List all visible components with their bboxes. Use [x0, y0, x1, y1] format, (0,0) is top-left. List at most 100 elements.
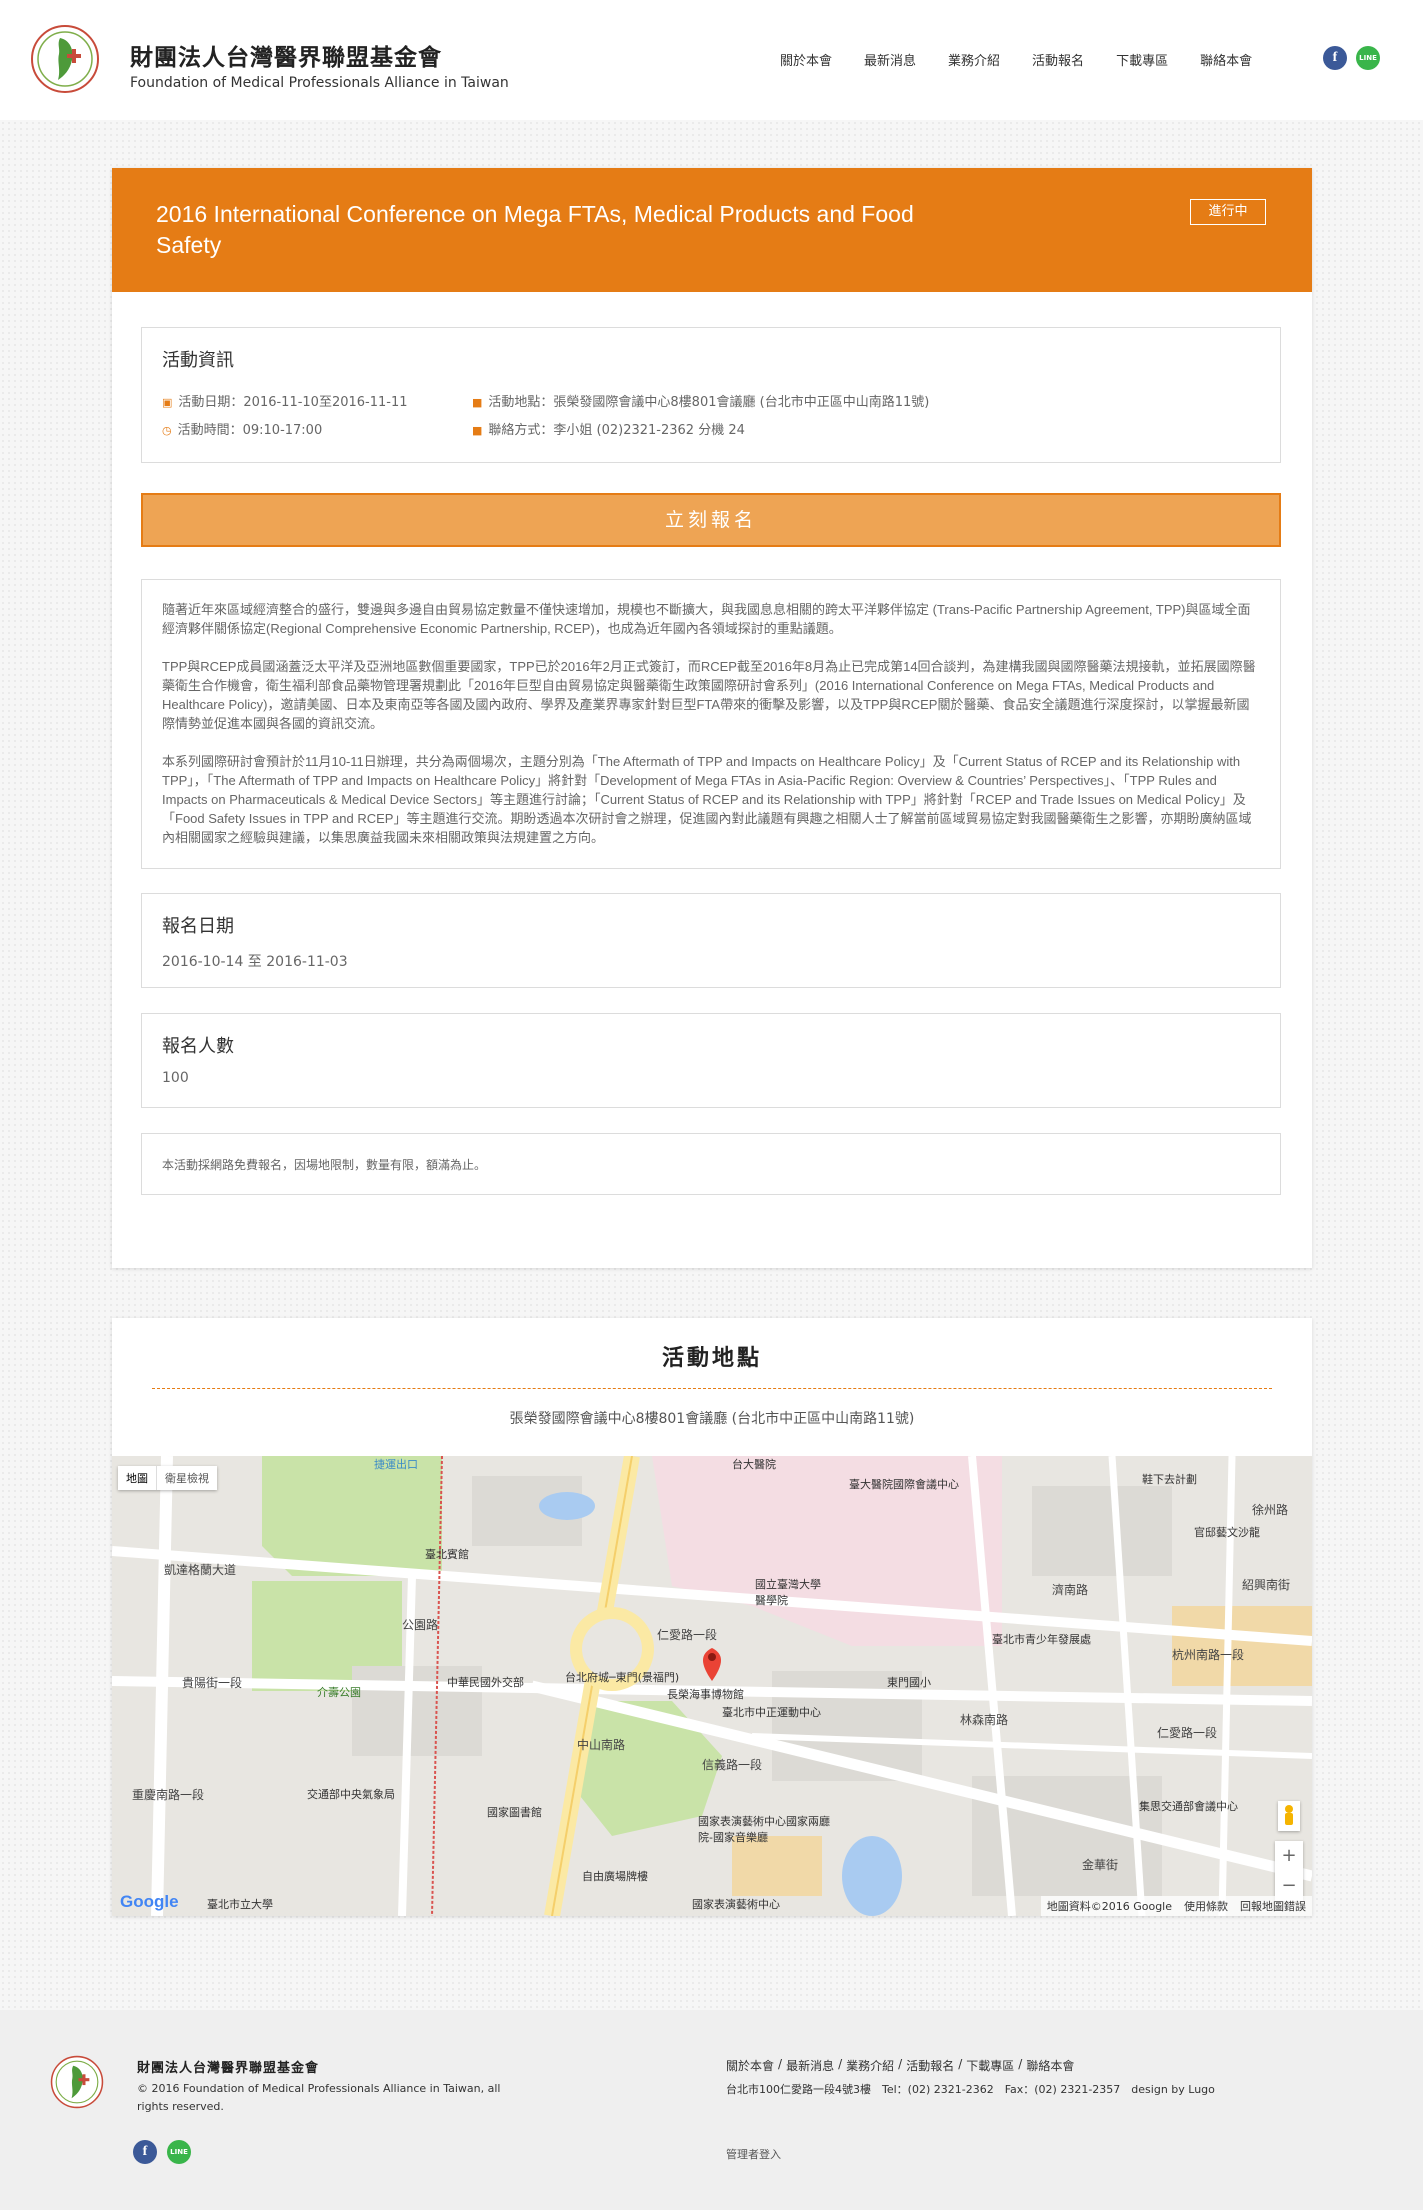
brand-name-zh[interactable]: 財團法人台灣醫界聯盟基金會: [130, 38, 442, 72]
map-type-satellite-button[interactable]: 衛星檢視: [156, 1466, 217, 1490]
map-attribution-bar: 地圖資料©2016 Google 使用條款 回報地圖錯誤: [1040, 1896, 1312, 1916]
map-label-library[interactable]: 國家圖書館: [487, 1804, 542, 1820]
status-badge: 進行中: [1190, 199, 1266, 225]
street-view-pegman-icon[interactable]: [1278, 1801, 1300, 1831]
event-info-title: 活動資訊: [162, 350, 234, 371]
footer-link-events[interactable]: 活動報名: [906, 2057, 954, 2074]
location-divider: [152, 1388, 1272, 1389]
map-report-link[interactable]: 回報地圖錯誤: [1240, 1898, 1306, 1914]
map-label-dongmen-elementary[interactable]: 東門國小: [887, 1674, 931, 1690]
main-nav: 關於本會 最新消息 業務介紹 活動報名 下載專區 聯絡本會: [780, 50, 1284, 69]
map-label-theater-center[interactable]: 國家表演藝術中心: [692, 1896, 780, 1912]
registration-period-value: 2016-10-14 至 2016-11-03: [162, 954, 348, 970]
footer-facebook-icon[interactable]: f: [133, 2140, 157, 2164]
map-label-transport-center[interactable]: 集思交通部會議中心: [1139, 1798, 1238, 1814]
foundation-logo[interactable]: [30, 24, 100, 94]
footer-link-about[interactable]: 關於本會: [726, 2057, 774, 2074]
nav-downloads[interactable]: 下載專區: [1116, 50, 1168, 69]
map-label-hospital[interactable]: 台大醫院: [732, 1456, 776, 1472]
event-venue: ■ 活動地點：張榮發國際會議中心8樓801會議廳 (台北市中正區中山南路11號): [472, 395, 930, 410]
map-road-hangzhou[interactable]: 杭州南路一段: [1172, 1646, 1244, 1663]
map-road-gongyuan[interactable]: 公園路: [402, 1616, 438, 1633]
map-label-official-art[interactable]: 官邸藝文沙龍: [1194, 1524, 1260, 1540]
footer-contact: 台北市100仁愛路一段4號3樓 Tel：(02) 2321-2362 Fax：(…: [726, 2083, 1215, 2096]
register-button[interactable]: 立刻報名: [141, 493, 1281, 547]
map-label-taipei-univ[interactable]: 臺北市立大學: [207, 1896, 273, 1912]
map-label-tenxia[interactable]: 鞋下去計劃: [1142, 1471, 1197, 1487]
map-label-mrt-exit[interactable]: 捷運出口: [374, 1456, 418, 1472]
footer-link-news[interactable]: 最新消息: [786, 2057, 834, 2074]
brand-name-en[interactable]: Foundation of Medical Professionals Alli…: [130, 75, 509, 91]
map-label-guesthouse[interactable]: 臺北賓館: [425, 1546, 469, 1562]
event-time: ◷ 活動時間：09:10-17:00: [162, 423, 323, 438]
map-road-jinhua[interactable]: 金華街: [1082, 1856, 1118, 1873]
footer-link-downloads[interactable]: 下載專區: [966, 2057, 1014, 2074]
location-title: 活動地點: [661, 1346, 762, 1371]
map-road-shaoxing[interactable]: 紹興南街: [1242, 1576, 1290, 1593]
map-label-sports-center[interactable]: 臺北市中正運動中心: [722, 1704, 821, 1720]
nav-events[interactable]: 活動報名: [1032, 50, 1084, 69]
clock-icon: ◷: [162, 424, 172, 437]
footer-logo[interactable]: [50, 2055, 104, 2109]
line-icon[interactable]: LINE: [1356, 46, 1380, 70]
footer-line-icon[interactable]: LINE: [167, 2140, 191, 2164]
map-road-renai-east[interactable]: 仁愛路一段: [1157, 1724, 1217, 1741]
map-type-map-button[interactable]: 地圖: [118, 1466, 156, 1490]
map-label-east-gate[interactable]: 台北府城─東門(景福門): [565, 1669, 679, 1685]
site-header: 財團法人台灣醫界聯盟基金會 Foundation of Medical Prof…: [0, 0, 1423, 120]
map-road-xinyi[interactable]: 信義路一段: [702, 1756, 762, 1773]
map-road-renai[interactable]: 仁愛路一段: [657, 1626, 717, 1643]
map-road-linsen[interactable]: 林森南路: [960, 1711, 1008, 1728]
registration-count-box: 報名人數 100: [141, 1013, 1281, 1108]
event-title: 2016 International Conference on Mega FT…: [156, 201, 914, 258]
admin-login-link[interactable]: 管理者登入: [726, 2146, 781, 2162]
map-label-theater[interactable]: 國家表演藝術中心國家兩廳院-國家音樂廳: [698, 1813, 838, 1845]
map-label-weather-bureau[interactable]: 交通部中央氣象局: [307, 1786, 395, 1802]
location-icon: ■: [472, 396, 483, 409]
footer-link-contact[interactable]: 聯絡本會: [1026, 2057, 1074, 2074]
description-paragraph: TPP與RCEP成員國涵蓋泛太平洋及亞洲地區數個重要國家，TPP已於2016年2…: [162, 659, 1256, 731]
event-contact: ■ 聯絡方式：李小姐 (02)2321-2362 分機 24: [472, 423, 745, 438]
map-road-zhongshan[interactable]: 中山南路: [577, 1736, 625, 1753]
google-logo[interactable]: Google: [120, 1892, 179, 1912]
registration-period-box: 報名日期 2016-10-14 至 2016-11-03: [141, 893, 1281, 988]
nav-contact[interactable]: 聯絡本會: [1200, 50, 1252, 69]
registration-note-box: 本活動採網路免費報名，因場地限制，數量有限，額滿為止。: [141, 1133, 1281, 1195]
map-label-jieshou-park[interactable]: 介壽公園: [317, 1684, 361, 1700]
google-map[interactable]: 台大醫院 臺大醫院國際會議中心 國立臺灣大學醫學院 臺北賓館 台北府城─東門(景…: [112, 1456, 1312, 1916]
map-road-chongqing[interactable]: 重慶南路一段: [132, 1786, 204, 1803]
registration-period-title: 報名日期: [162, 916, 234, 937]
map-road-jinan[interactable]: 濟南路: [1052, 1581, 1088, 1598]
footer-copyright: © 2016 Foundation of Medical Professiona…: [137, 2082, 501, 2113]
nav-about[interactable]: 關於本會: [780, 50, 832, 69]
registration-count-title: 報名人數: [162, 1036, 234, 1057]
footer-name: 財團法人台灣醫界聯盟基金會: [137, 2061, 320, 2076]
map-road-ketagalan[interactable]: 凱達格蘭大道: [164, 1561, 236, 1578]
registration-count-value: 100: [162, 1070, 189, 1086]
map-label-hospital-center[interactable]: 臺大醫院國際會議中心: [849, 1476, 959, 1492]
map-road-xuzhou[interactable]: 徐州路: [1252, 1501, 1288, 1518]
map-type-control: 地圖 衛星檢視: [118, 1466, 217, 1490]
map-attribution: 地圖資料©2016 Google: [1046, 1900, 1172, 1913]
map-label-ntu-medicine[interactable]: 國立臺灣大學醫學院: [755, 1576, 825, 1608]
map-label-liberty-square[interactable]: 自由廣場牌樓: [582, 1868, 648, 1884]
map-label-evergreen-museum[interactable]: 長榮海事博物館: [667, 1686, 744, 1702]
map-terms-link[interactable]: 使用條款: [1184, 1898, 1228, 1914]
nav-services[interactable]: 業務介紹: [948, 50, 1000, 69]
site-footer: 財團法人台灣醫界聯盟基金會 © 2016 Foundation of Medic…: [0, 2010, 1423, 2210]
nav-news[interactable]: 最新消息: [864, 50, 916, 69]
map-road-guiyang[interactable]: 貴陽街一段: [182, 1674, 242, 1691]
zoom-in-button[interactable]: +: [1275, 1841, 1303, 1871]
footer-nav: 關於本會 / 最新消息 / 業務介紹 / 活動報名 / 下載專區 / 聯絡本會: [726, 2057, 1075, 2074]
calendar-icon: ▣: [162, 396, 173, 409]
description-paragraph: 本系列國際研討會預計於11月10-11日辦理，共分為兩個場次，主題分別為「The…: [162, 754, 1252, 845]
map-label-youth-center[interactable]: 臺北市青少年發展處: [992, 1631, 1091, 1647]
facebook-icon[interactable]: f: [1323, 46, 1347, 70]
footer-link-services[interactable]: 業務介紹: [846, 2057, 894, 2074]
phone-icon: ■: [472, 424, 483, 437]
zoom-control: + −: [1275, 1841, 1303, 1901]
location-card: 活動地點 張榮發國際會議中心8樓801會議廳 (台北市中正區中山南路11號) 台…: [112, 1318, 1312, 1916]
map-label-foreign-affairs[interactable]: 中華民國外交部: [447, 1674, 524, 1690]
registration-note: 本活動採網路免費報名，因場地限制，數量有限，額滿為止。: [162, 1158, 487, 1172]
description-paragraph: 隨著近年來區域經濟整合的盛行，雙邊與多邊自由貿易協定數量不僅快速增加，規模也不斷…: [162, 602, 1251, 636]
